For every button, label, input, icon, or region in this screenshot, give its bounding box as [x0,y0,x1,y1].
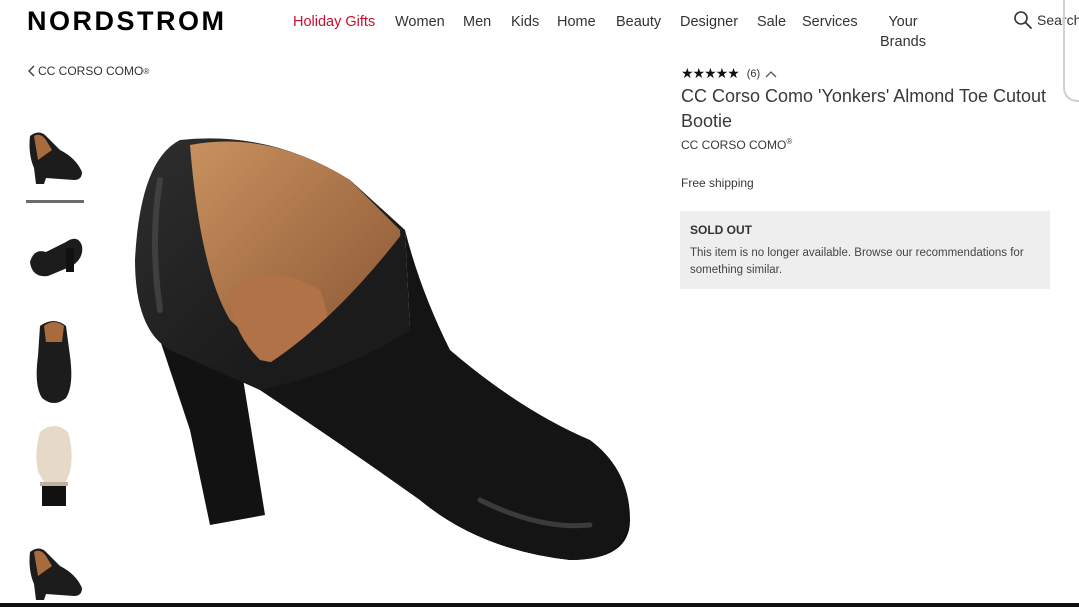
main-nav: Holiday Gifts Women Men Kids Home Beauty… [0,0,1079,60]
thumbnail-side-view[interactable] [26,124,84,188]
product-brand-link[interactable]: CC CORSO COMO® [681,137,792,152]
sold-out-title: SOLD OUT [690,223,752,237]
product-rating[interactable]: ★★★★★ (6) [681,65,778,82]
nav-your-brands-line2: Brands [880,34,926,50]
thumbnail-sole-view[interactable] [26,422,84,506]
nav-holiday-gifts[interactable]: Holiday Gifts [293,14,375,30]
product-title: CC Corso Como 'Yonkers' Almond Toe Cutou… [681,86,1047,131]
product-main-image[interactable] [120,120,650,590]
nav-services[interactable]: Services [802,14,858,30]
breadcrumb-label: CC CORSO COMO [38,64,144,78]
thumbnail-back-view[interactable] [26,224,84,288]
nav-designer[interactable]: Designer [680,14,738,30]
nav-beauty[interactable]: Beauty [616,14,661,30]
product-brand-reg: ® [786,137,793,146]
nav-home[interactable]: Home [557,14,596,30]
shipping-info: Free shipping [681,176,754,190]
chevron-left-icon [28,65,35,77]
nav-men[interactable]: Men [463,14,491,30]
product-brand-label: CC CORSO COMO [681,138,787,152]
nav-sale[interactable]: Sale [757,14,786,30]
rating-stars: ★★★★★ [681,65,740,81]
chevron-up-icon [765,70,777,77]
thumbnail-selected-indicator [26,200,84,203]
breadcrumb-reg: ® [143,66,150,76]
nav-women[interactable]: Women [395,14,445,30]
review-count: (6) [746,67,761,80]
thumbnail-angle-view[interactable] [26,540,84,604]
magnifier-icon [1014,11,1032,29]
nav-your-brands[interactable]: Your Brands [880,12,926,52]
breadcrumb[interactable]: CC CORSO COMO ® [26,64,149,78]
sold-out-notice: SOLD OUT This item is no longer availabl… [680,211,1050,289]
bottom-edge-bar [0,603,1079,607]
thumbnail-front-view[interactable] [26,316,84,403]
nav-your-brands-line1: Your [888,14,918,30]
nav-kids[interactable]: Kids [511,14,539,30]
sold-out-message: This item is no longer available. Browse… [690,247,1024,276]
